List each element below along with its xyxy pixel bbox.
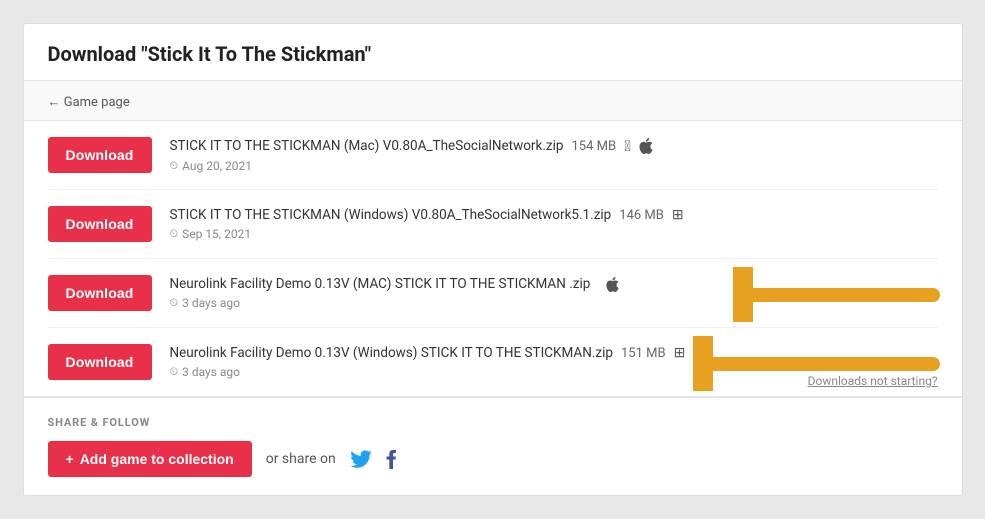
apple-icon-3 [606,277,619,292]
facebook-icon[interactable] [386,449,397,469]
file-name-2: STICK IT TO THE STICKMAN (Windows) V0.80… [170,207,938,223]
back-nav: ← Game page [24,81,962,121]
file-date-2: ⏲ Sep 15, 2021 [170,227,938,241]
clock-icon-2: ⏲ [170,227,179,241]
file-name-4: Neurolink Facility Demo 0.13V (Windows) … [170,345,938,361]
windows-icon-4: ⊞ [674,345,686,361]
download-row-3: Download Neurolink Facility Demo 0.13V (… [48,259,938,328]
card-header: Download "Stick It To The Stickman" [24,24,962,81]
file-date-3: ⏲ 3 days ago [170,296,938,310]
back-link[interactable]: ← Game page [48,95,130,110]
plus-icon: + [66,451,74,467]
share-actions: + Add game to collection or share on [48,441,938,477]
downloads-not-starting-link[interactable]: Downloads not starting? [808,374,938,388]
share-section: SHARE & FOLLOW + Add game to collection … [24,396,962,495]
windows-icon-2: ⊞ [672,207,684,223]
download-button-2[interactable]: Download [48,206,152,242]
file-name-1: STICK IT TO THE STICKMAN (Mac) V0.80A_Th… [170,137,938,155]
clock-icon-1: ⏲ [170,159,179,173]
download-button-1[interactable]: Download [48,137,152,173]
page-title: Download "Stick It To The Stickman" [48,42,938,66]
file-info-2: STICK IT TO THE STICKMAN (Windows) V0.80… [170,207,938,241]
add-game-label: Add game to collection [80,451,234,467]
download-row-4: Download Neurolink Facility Demo 0.13V (… [48,328,938,396]
add-game-button[interactable]: + Add game to collection [48,441,252,477]
file-date-1: ⏲ Aug 20, 2021 [170,159,938,173]
file-name-3: Neurolink Facility Demo 0.13V (MAC) STIC… [170,276,938,292]
file-info-1: STICK IT TO THE STICKMAN (Mac) V0.80A_Th… [170,137,938,173]
downloads-container: Download STICK IT TO THE STICKMAN (Mac) … [24,121,962,396]
clock-icon-4: ⏲ [170,365,179,379]
download-row-2: Download STICK IT TO THE STICKMAN (Windo… [48,190,938,259]
file-info-3: Neurolink Facility Demo 0.13V (MAC) STIC… [170,276,938,310]
main-card: Download "Stick It To The Stickman" ← Ga… [23,23,963,496]
download-button-3[interactable]: Download [48,275,152,311]
file-size-2: 146 MB [619,208,664,223]
apple-icon-1 [639,138,653,154]
share-label: SHARE & FOLLOW [48,416,938,429]
file-size-4: 151 MB [621,346,666,361]
file-size-1: 154 MB [571,139,616,154]
twitter-icon[interactable] [350,450,372,468]
download-row: Download STICK IT TO THE STICKMAN (Mac) … [48,121,938,190]
mac-icon-1:  [624,137,631,155]
downloads-list: Download STICK IT TO THE STICKMAN (Mac) … [24,121,962,396]
download-button-4[interactable]: Download [48,344,152,380]
clock-icon-3: ⏲ [170,296,179,310]
or-share-text: or share on [266,451,336,467]
